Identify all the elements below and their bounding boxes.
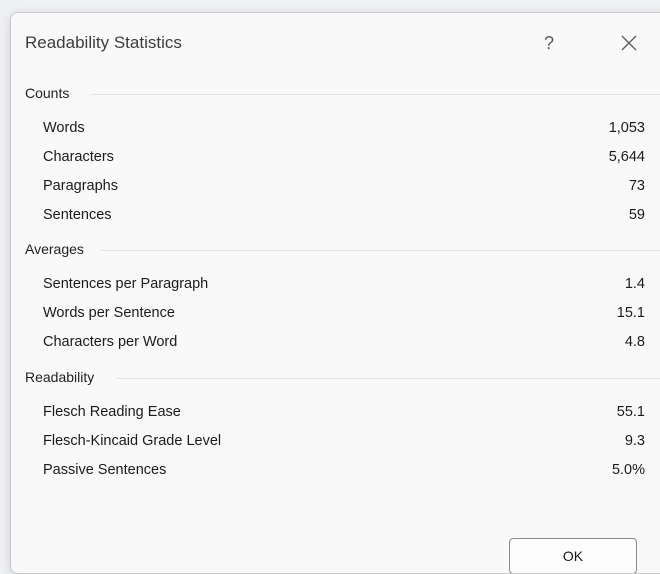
stat-value: 73 bbox=[628, 178, 645, 194]
stat-row-flesch-reading-ease: Flesch Reading Ease 55.1 bbox=[43, 401, 645, 425]
stat-value: 55.1 bbox=[616, 404, 645, 420]
stat-value: 1.4 bbox=[624, 276, 645, 292]
counts-divider bbox=[91, 94, 660, 95]
readability-heading: Readability bbox=[25, 369, 95, 385]
stat-row-words-per-sentence: Words per Sentence 15.1 bbox=[43, 302, 645, 326]
averages-divider bbox=[101, 250, 660, 251]
stat-row-words: Words 1,053 bbox=[43, 117, 645, 141]
stat-label: Paragraphs bbox=[43, 178, 118, 194]
dialog-title: Readability Statistics bbox=[25, 33, 182, 52]
stat-value: 59 bbox=[628, 207, 645, 223]
stat-label: Characters per Word bbox=[43, 334, 178, 350]
help-button[interactable]: ? bbox=[533, 27, 565, 59]
stat-label: Passive Sentences bbox=[43, 462, 167, 478]
stat-value: 4.8 bbox=[624, 334, 645, 350]
stat-value: 5.0% bbox=[611, 462, 645, 478]
stat-row-paragraphs: Paragraphs 73 bbox=[43, 175, 645, 199]
readability-statistics-dialog: Readability Statistics ? Counts Words 1,… bbox=[10, 12, 660, 574]
stat-label: Sentences bbox=[43, 207, 112, 223]
stat-row-sentences: Sentences 59 bbox=[43, 204, 645, 228]
stat-label: Characters bbox=[43, 149, 114, 165]
title-bar: Readability Statistics ? bbox=[11, 13, 660, 73]
stat-label: Words per Sentence bbox=[43, 305, 175, 321]
close-button[interactable] bbox=[613, 27, 645, 59]
stat-row-characters-per-word: Characters per Word 4.8 bbox=[43, 331, 645, 355]
stat-label: Flesch-Kincaid Grade Level bbox=[43, 433, 222, 449]
counts-heading: Counts bbox=[25, 85, 70, 101]
stat-value: 5,644 bbox=[608, 149, 645, 165]
stat-label: Words bbox=[43, 120, 85, 136]
stat-row-characters: Characters 5,644 bbox=[43, 146, 645, 170]
stat-row-flesch-kincaid-grade-level: Flesch-Kincaid Grade Level 9.3 bbox=[43, 430, 645, 454]
stat-value: 9.3 bbox=[624, 433, 645, 449]
stat-row-passive-sentences: Passive Sentences 5.0% bbox=[43, 459, 645, 483]
ok-button[interactable]: OK bbox=[509, 538, 637, 573]
close-icon bbox=[621, 35, 637, 51]
stat-row-sentences-per-paragraph: Sentences per Paragraph 1.4 bbox=[43, 273, 645, 297]
averages-heading: Averages bbox=[25, 241, 84, 257]
question-mark-icon: ? bbox=[543, 32, 554, 53]
stat-value: 1,053 bbox=[608, 120, 645, 136]
stat-value: 15.1 bbox=[616, 305, 645, 321]
stat-label: Flesch Reading Ease bbox=[43, 404, 181, 420]
readability-divider bbox=[117, 378, 660, 379]
stat-label: Sentences per Paragraph bbox=[43, 276, 209, 292]
